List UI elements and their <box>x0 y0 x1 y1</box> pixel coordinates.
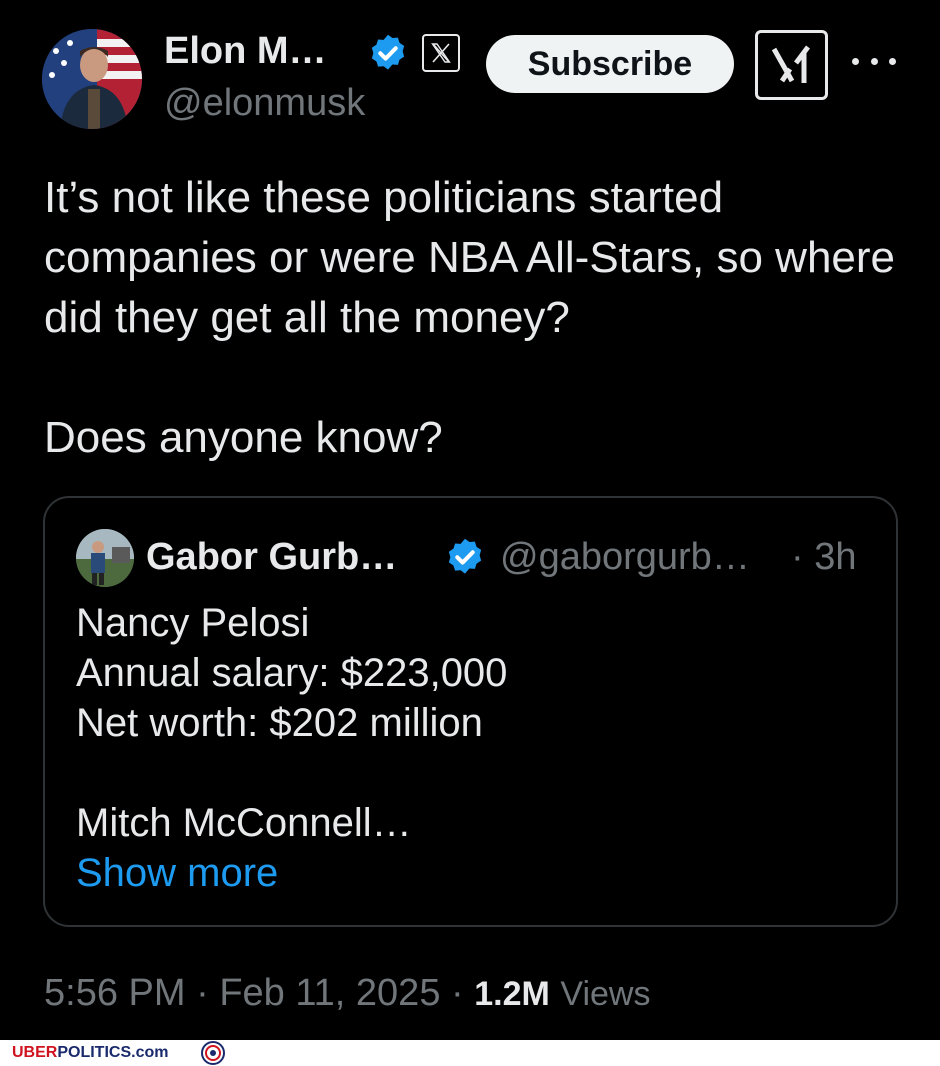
quoted-timestamp[interactable]: · 3h <box>791 536 856 579</box>
views-count: 1.2M <box>474 975 550 1013</box>
watermark-politics: POLITICS.com <box>57 1044 169 1061</box>
quoted-avatar-image <box>76 529 134 587</box>
quoted-line: Net worth: $202 million <box>76 701 483 745</box>
quoted-author-name[interactable]: Gabor Gurb… <box>146 536 397 579</box>
grok-icon <box>771 45 810 83</box>
tweet-date[interactable]: Feb 11, 2025 <box>219 972 440 1014</box>
tweet-text: It’s not like these politicians started … <box>44 168 914 468</box>
more-dot <box>852 57 859 65</box>
more-dot <box>870 57 878 65</box>
tweet-meta: 5:56 PM · Feb 11, 2025 · 1.2M Views <box>44 972 650 1015</box>
verified-badge-icon <box>448 538 482 574</box>
watermark-uber: UBER <box>12 1044 58 1061</box>
author-name[interactable]: Elon M… <box>164 30 327 73</box>
quoted-line: Mitch McConnell… <box>76 801 412 845</box>
views-label: Views <box>560 975 651 1013</box>
show-more-link[interactable]: Show more <box>76 848 866 898</box>
watermark-text: UBERPOLITICS.com <box>12 1044 168 1062</box>
watermark-bar: UBERPOLITICS.com <box>0 1040 940 1066</box>
quoted-tweet-card[interactable]: Gabor Gurb… @gaborgurb… · 3h Nancy Pelos… <box>43 496 898 927</box>
subscribe-button[interactable]: Subscribe <box>486 35 734 93</box>
more-icon[interactable] <box>852 46 896 76</box>
quoted-author-handle[interactable]: @gaborgurb… <box>500 536 750 579</box>
x-logo-icon <box>422 34 460 72</box>
author-handle[interactable]: @elonmusk <box>164 82 365 125</box>
watermark-lion-icon <box>201 1041 225 1065</box>
author-avatar-image <box>42 29 142 129</box>
tweet-paragraph: It’s not like these politicians started … <box>44 173 896 342</box>
quoted-author-avatar[interactable] <box>76 529 134 587</box>
quoted-line: Annual salary: $223,000 <box>76 651 508 695</box>
quoted-line: Nancy Pelosi <box>76 601 310 645</box>
verified-badge-icon <box>371 34 405 70</box>
tweet-time[interactable]: 5:56 PM <box>44 972 186 1014</box>
quoted-tweet-text: Nancy Pelosi Annual salary: $223,000 Net… <box>76 598 866 898</box>
tweet-paragraph: Does anyone know? <box>44 413 443 462</box>
grok-button[interactable] <box>755 30 828 100</box>
more-dot <box>889 57 896 65</box>
meta-separator: · <box>196 972 220 1014</box>
author-avatar[interactable] <box>42 29 142 129</box>
meta-separator: · <box>451 972 475 1014</box>
